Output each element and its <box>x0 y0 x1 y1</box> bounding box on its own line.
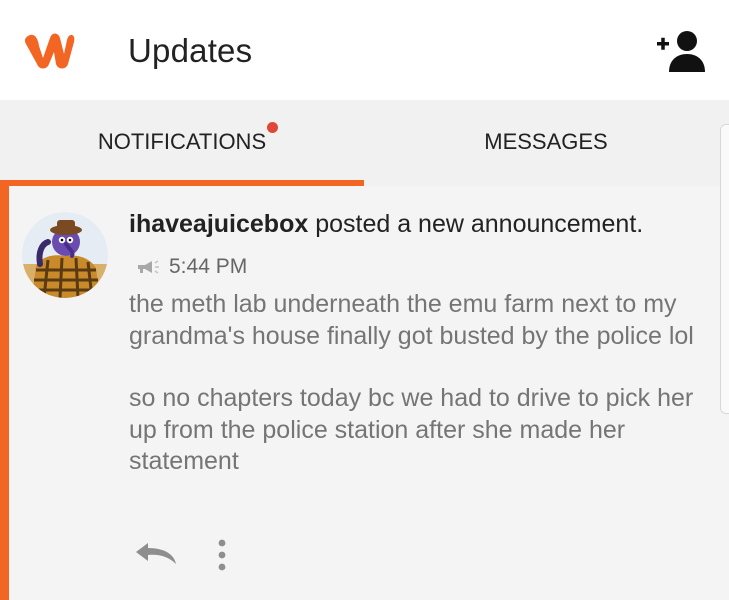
tab-messages-label: MESSAGES <box>484 129 608 154</box>
announcement-paragraph: so no chapters today bc we had to drive … <box>129 384 694 475</box>
tab-messages[interactable]: MESSAGES <box>364 100 728 186</box>
page-title: Updates <box>128 32 253 69</box>
megaphone-icon <box>138 260 159 274</box>
tab-notifications-label: NOTIFICATIONS <box>98 122 279 155</box>
reply-icon[interactable] <box>134 540 180 566</box>
username-link[interactable]: ihaveajuicebox <box>129 210 308 238</box>
notification-meta: 5:44 PM <box>135 254 247 280</box>
unread-accent-bar <box>0 184 9 600</box>
app-bar: Updates <box>0 0 729 100</box>
notification-time: 5:44 PM <box>169 255 248 278</box>
unread-dot <box>267 122 279 133</box>
avatar[interactable] <box>22 212 108 298</box>
add-user-icon[interactable] <box>655 30 709 74</box>
tab-notifications[interactable]: NOTIFICATIONS <box>0 100 364 186</box>
wattpad-logo-icon[interactable] <box>20 26 78 74</box>
announcement-paragraph: the meth lab underneath the emu farm nex… <box>129 290 694 350</box>
tab-bar: NOTIFICATIONS MESSAGES <box>0 100 729 186</box>
announcement-body: the meth lab underneath the emu farm nex… <box>129 289 714 478</box>
side-panel-edge <box>720 124 729 414</box>
notification-headline: ihaveajuicebox posted a new announcement… <box>129 210 643 239</box>
more-vert-icon[interactable] <box>213 538 231 572</box>
notification-action-text: posted a new announcement. <box>308 210 644 238</box>
